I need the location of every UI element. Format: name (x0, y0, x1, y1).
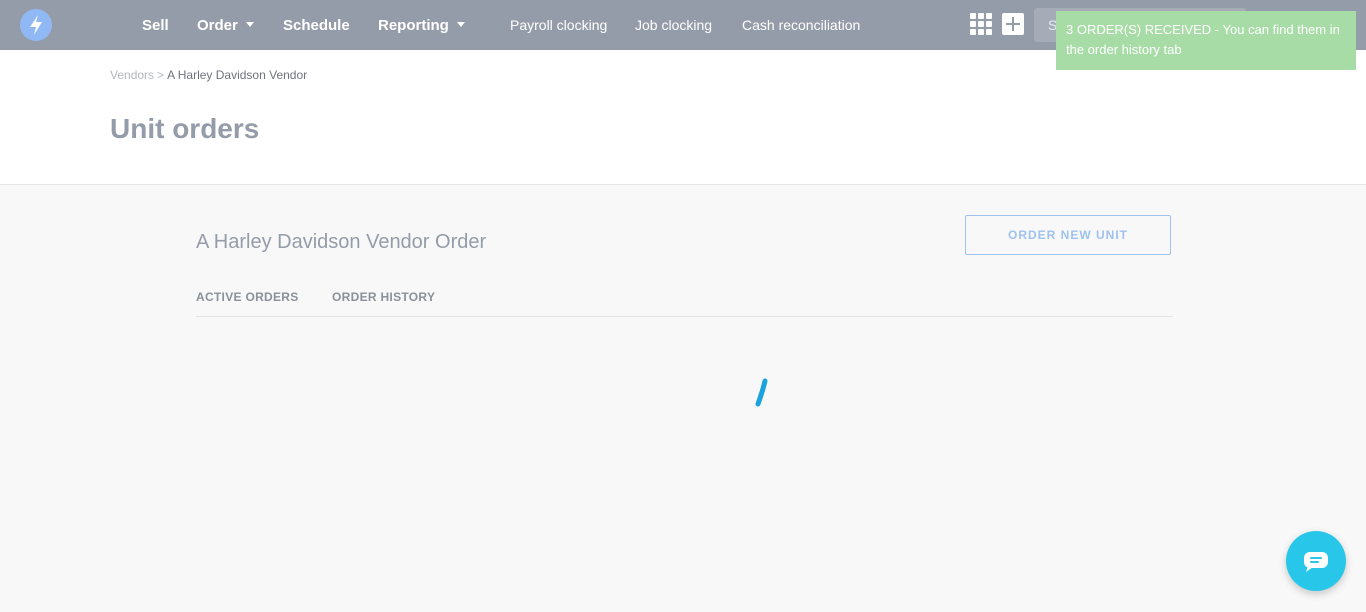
orders-received-toast[interactable]: 3 ORDER(S) RECEIVED - You can find them … (1056, 11, 1356, 70)
nav-cash-reconciliation[interactable]: Cash reconciliation (742, 0, 860, 50)
nav-order[interactable]: Order (197, 0, 254, 50)
nav-cash-reconciliation-label: Cash reconciliation (742, 17, 861, 33)
nav-order-label: Order (197, 16, 238, 34)
breadcrumb-separator: > (157, 68, 165, 82)
nav-payroll-clocking-label: Payroll clocking (510, 17, 608, 33)
tab-active-orders[interactable]: ACTIVE ORDERS (196, 290, 299, 304)
chat-bubble-icon (1304, 552, 1328, 572)
breadcrumb: Vendors > A Harley Davidson Vendor (110, 68, 307, 82)
nav-schedule[interactable]: Schedule (283, 0, 350, 50)
add-icon[interactable] (1002, 13, 1024, 35)
page-title: Unit orders (110, 113, 260, 144)
chat-button[interactable] (1286, 531, 1346, 591)
chevron-down-icon (245, 21, 254, 27)
nav-reporting[interactable]: Reporting (378, 0, 465, 50)
loading-spinner-icon (755, 378, 768, 407)
nav-sell[interactable]: Sell (142, 0, 169, 50)
chevron-down-icon (456, 21, 465, 27)
apps-grid-icon[interactable] (970, 13, 992, 35)
nav-job-clocking[interactable]: Job clocking (635, 0, 712, 50)
nav-payroll-clocking[interactable]: Payroll clocking (510, 0, 607, 50)
page-header: Vendors > A Harley Davidson Vendor Unit or… (0, 50, 1366, 185)
toast-message: 3 ORDER(S) RECEIVED - You can find them … (1066, 22, 1340, 57)
breadcrumb-current: A Harley Davidson Vendor (167, 68, 308, 82)
nav-reporting-label: Reporting (378, 16, 449, 34)
nav-job-clocking-label: Job clocking (635, 17, 713, 33)
order-new-unit-button[interactable]: ORDER NEW UNIT (965, 215, 1171, 255)
order-tabs: ACTIVE ORDERS ORDER HISTORY (196, 289, 1173, 317)
section-title: A Harley Davidson Vendor Order (196, 231, 487, 253)
tab-order-history[interactable]: ORDER HISTORY (332, 290, 435, 304)
nav-sell-label: Sell (142, 16, 169, 34)
logo-bolt-icon[interactable] (20, 9, 52, 41)
nav-schedule-label: Schedule (283, 16, 350, 34)
breadcrumb-vendors-link[interactable]: Vendors (110, 68, 154, 82)
